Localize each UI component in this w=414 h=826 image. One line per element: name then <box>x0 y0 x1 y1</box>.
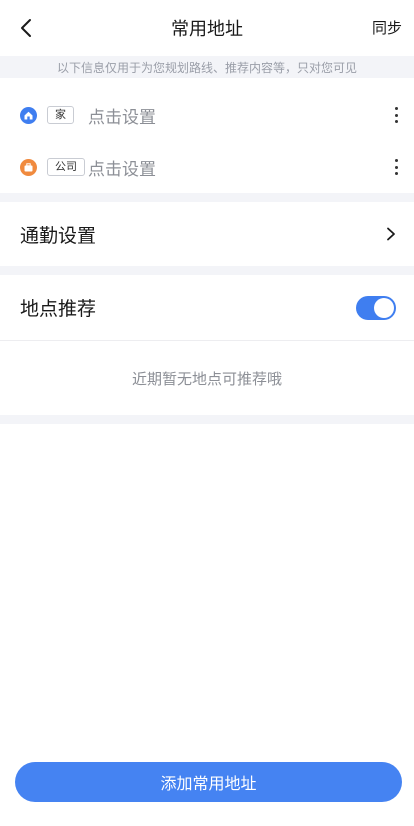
address-tag-home: 家 <box>47 106 74 124</box>
recommend-empty-text: 近期暂无地点可推荐哦 <box>131 370 282 388</box>
address-hint-company: 点击设置 <box>88 159 156 180</box>
more-dot <box>394 113 398 117</box>
common-addresses-screen: 常用地址 同步 以下信息仅用于为您规划路线、推荐内容等，只对您可见 家 点击设置… <box>0 0 414 826</box>
more-dot <box>394 165 398 169</box>
commute-settings-label: 通勤设置 <box>20 224 97 247</box>
page-title: 常用地址 <box>171 19 243 40</box>
section-gap <box>0 266 414 275</box>
address-row-home[interactable]: 家 点击设置 <box>0 89 414 141</box>
address-hint-home: 点击设置 <box>88 107 156 128</box>
section-gap <box>0 415 414 424</box>
more-dot <box>394 172 398 175</box>
divider <box>0 340 414 341</box>
home-icon <box>20 106 37 124</box>
header: 常用地址 同步 <box>0 0 414 56</box>
place-recommend-toggle[interactable] <box>356 295 396 320</box>
more-dot <box>394 120 398 123</box>
more-options-home-button[interactable] <box>392 107 400 123</box>
sync-button[interactable]: 同步 <box>372 17 402 38</box>
add-address-button[interactable]: 添加常用地址 <box>15 762 402 802</box>
privacy-notice: 以下信息仅用于为您规划路线、推荐内容等，只对您可见 <box>0 56 414 78</box>
place-recommend-label: 地点推荐 <box>20 298 97 320</box>
chevron-left-icon <box>21 19 31 37</box>
briefcase-icon <box>20 158 37 176</box>
more-dot <box>394 107 398 110</box>
back-button[interactable] <box>12 14 40 42</box>
toggle-knob <box>374 297 394 318</box>
more-options-company-button[interactable] <box>392 159 400 175</box>
commute-settings-row[interactable]: 通勤设置 <box>0 202 414 266</box>
address-row-company[interactable]: 公司 点击设置 <box>0 141 414 193</box>
place-recommend-row: 地点推荐 <box>0 275 414 340</box>
chevron-right-icon <box>387 227 395 241</box>
more-dot <box>394 159 398 162</box>
section-gap <box>0 193 414 202</box>
address-tag-company: 公司 <box>47 158 85 176</box>
